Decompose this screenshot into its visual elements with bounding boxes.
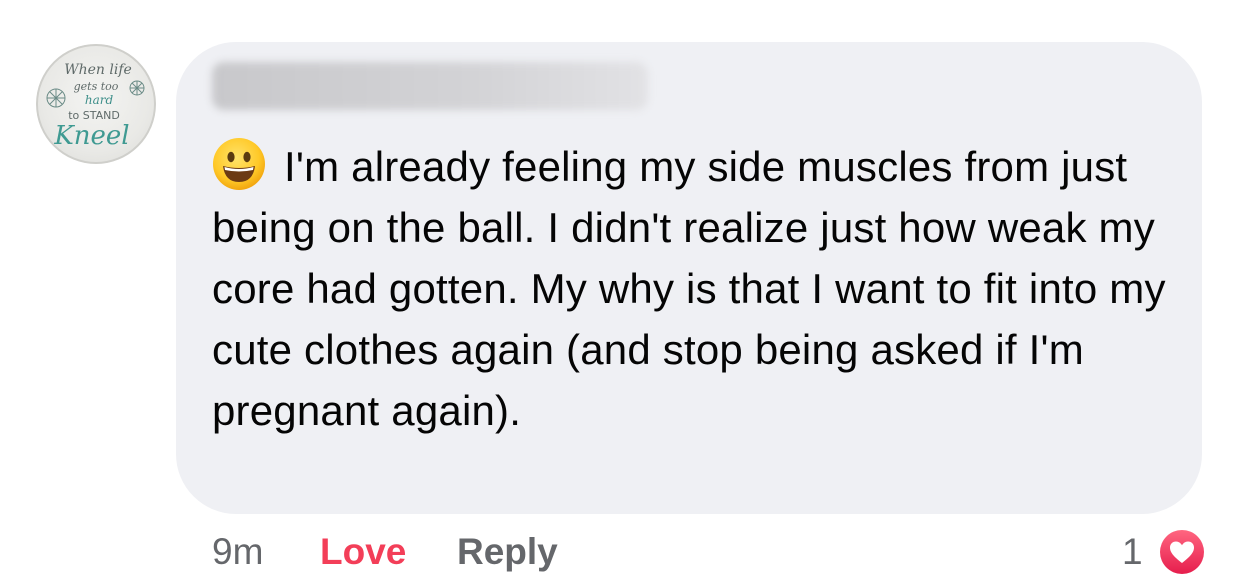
love-reaction-button[interactable]: Love [320,528,406,576]
reaction-count[interactable]: 1 [1122,528,1143,576]
avatar-line-5: Kneel [53,121,129,151]
comment-body: I'm already feeling my side muscles from… [212,136,1192,441]
avatar-line-3: hard [85,93,114,107]
grinning-face-icon [212,137,266,191]
avatar-line-2: gets too [74,80,119,93]
reaction-badge[interactable] [1157,527,1207,577]
author-name-redacted[interactable] [212,62,648,110]
comment-timestamp[interactable]: 9m [212,528,263,576]
avatar[interactable]: When life gets too hard to STAND Kneel [36,44,156,164]
avatar-line-1: When life [64,62,132,78]
profile-avatar-icon: When life gets too hard to STAND Kneel [36,44,156,164]
heart-reaction-icon [1160,530,1204,574]
reply-button[interactable]: Reply [457,528,558,576]
comment-text: I'm already feeling my side muscles from… [212,143,1166,434]
